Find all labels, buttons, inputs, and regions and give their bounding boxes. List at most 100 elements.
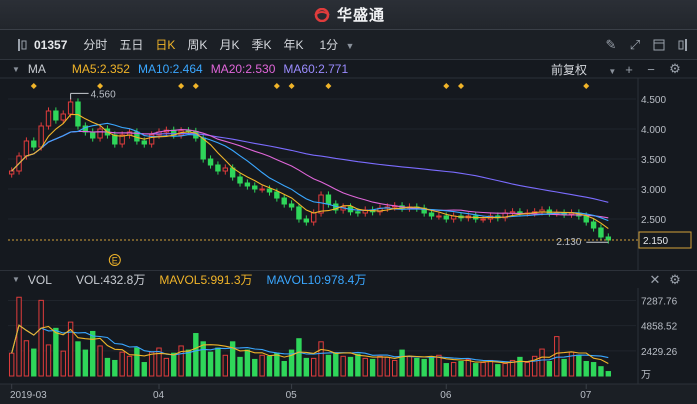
time-axis-bar [0, 384, 697, 404]
candle-body [97, 128, 103, 139]
volume-bar [141, 362, 147, 377]
candle-body [215, 164, 221, 172]
volume-bar [362, 357, 368, 377]
volume-bar [97, 345, 103, 377]
volume-bar [163, 357, 170, 377]
candle-body [296, 206, 302, 220]
time-tick-label: 2019-03 [10, 390, 47, 401]
candle-body [53, 110, 59, 121]
volume-bar [259, 354, 265, 377]
volume-bar [60, 350, 66, 377]
volume-bar [104, 357, 111, 377]
time-tick-label: 04 [153, 390, 165, 401]
price-tick-label: 2.500 [641, 215, 666, 226]
volume-tick-label: 7287.76 [641, 296, 678, 307]
candle-body [303, 218, 310, 223]
volume-bar [369, 358, 376, 377]
price-tick-label: 4.500 [641, 95, 666, 106]
candle-body [259, 188, 265, 191]
volume-bar [185, 349, 192, 377]
volume-bar [598, 366, 604, 377]
candle-body [23, 140, 30, 157]
volume-bar [561, 358, 567, 377]
candle-body [517, 211, 523, 214]
candle-body [31, 140, 37, 148]
volume-bar [414, 357, 420, 377]
volume-bar [207, 351, 214, 377]
candle-body [67, 101, 74, 115]
candle-body [310, 212, 317, 223]
high-price-label: 4.560 [91, 89, 116, 100]
candle-body [266, 188, 273, 193]
volume-bar [399, 349, 405, 377]
volume-bar [347, 356, 354, 377]
price-tick-label: 4.000 [641, 125, 666, 136]
volume-bar [193, 333, 199, 377]
volume-bar [134, 347, 140, 377]
volume-bar [112, 359, 118, 377]
volume-bar [325, 354, 332, 377]
volume-bar [406, 355, 413, 377]
time-tick-label: 07 [580, 390, 592, 401]
volume-bar [200, 341, 206, 377]
volume-bar [487, 359, 494, 377]
volume-bar [502, 363, 508, 377]
volume-bar [458, 360, 464, 377]
price-tick-label: 3.500 [641, 155, 666, 166]
volume-bar [126, 355, 133, 377]
volume-bar [266, 355, 273, 377]
last-price-label: 2.150 [643, 236, 668, 247]
candle-body [112, 134, 118, 145]
candle-body [207, 158, 214, 166]
volume-bar [281, 360, 287, 377]
volume-bar [355, 353, 361, 377]
volume-bar [517, 356, 523, 377]
kline-chart[interactable]: 4.500 4.000 3.500 3.000 2.500 4.560 2.130 2.150… [0, 0, 697, 404]
volume-bar [119, 351, 125, 377]
candle-body [141, 140, 147, 145]
candle-body [598, 227, 604, 238]
volume-bar [178, 345, 184, 377]
volume-bar [340, 355, 346, 377]
volume-bar [38, 299, 44, 377]
volume-bar [546, 360, 553, 377]
volume-bar [473, 363, 479, 377]
volume-bar [303, 357, 310, 377]
candle-body [436, 215, 442, 218]
volume-bar [465, 358, 472, 377]
volume-bar [244, 349, 251, 377]
volume-bar [590, 362, 597, 377]
candle-body [355, 211, 361, 214]
volume-bar [237, 356, 243, 377]
candle-body [244, 182, 251, 187]
volume-bar [377, 355, 383, 377]
candle-body [90, 131, 96, 139]
volume-unit-label: 万 [641, 370, 651, 381]
volume-bar [310, 357, 317, 377]
candle-body [480, 218, 486, 221]
candle-body [222, 167, 228, 172]
candle-body [45, 110, 52, 127]
volume-bar [31, 348, 37, 377]
volume-bar [222, 354, 228, 377]
volume-bar [23, 340, 30, 377]
volume-bar [16, 296, 22, 377]
candle-body [443, 215, 449, 220]
volume-bar [554, 336, 560, 377]
volume-tick-label: 4858.52 [641, 322, 678, 333]
volume-bar [171, 352, 177, 377]
volume-bar [274, 352, 280, 377]
volume-bar [450, 362, 457, 377]
volume-bar [539, 348, 545, 377]
volume-bar [392, 359, 398, 377]
candle-body [325, 194, 332, 205]
volume-bar [148, 351, 155, 377]
candle-body [38, 125, 44, 148]
candle-body [252, 185, 258, 190]
candle-body [200, 137, 206, 160]
volume-bar [524, 362, 530, 377]
volume-bar [421, 358, 427, 377]
volume-bar [8, 352, 15, 377]
candle-body [281, 197, 287, 205]
volume-bar [583, 360, 589, 377]
